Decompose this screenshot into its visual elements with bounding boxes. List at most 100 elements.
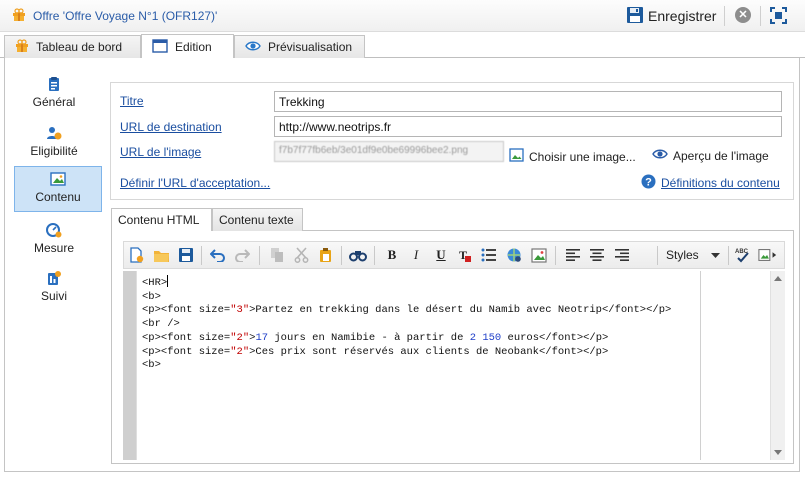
- titre-label[interactable]: Titre: [120, 94, 144, 108]
- users-icon: [46, 125, 62, 141]
- align-right-icon[interactable]: [612, 245, 632, 265]
- content-definitions-label: Définitions du contenu: [661, 176, 780, 190]
- image-icon: [509, 148, 524, 165]
- url-destination-input[interactable]: [274, 116, 782, 137]
- tab-edition[interactable]: Edition: [141, 34, 234, 59]
- tab-label: Prévisualisation: [268, 40, 353, 54]
- toolbar-divider: [201, 246, 202, 265]
- code-line: <p><font size="3">Partez en trekking dan…: [142, 304, 672, 317]
- tab-contenu-texte[interactable]: Contenu texte: [212, 208, 303, 231]
- html-code-content[interactable]: <HR> <b> <p><font size="3">Partez en tre…: [142, 275, 671, 373]
- tracking-icon: [46, 270, 62, 286]
- spellcheck-icon[interactable]: ABC: [733, 245, 753, 265]
- chevron-down-icon: [711, 248, 720, 262]
- eye-icon: [652, 148, 668, 163]
- editor-gutter: [123, 271, 136, 460]
- align-left-icon[interactable]: [563, 245, 583, 265]
- url-destination-label[interactable]: URL de destination: [120, 120, 222, 134]
- clipboard-icon: [46, 76, 62, 92]
- url-image-label[interactable]: URL de l'image: [120, 145, 201, 159]
- toolbar-divider: [555, 246, 556, 265]
- save-button[interactable]: Enregistrer: [626, 5, 716, 27]
- toolbar-divider: [341, 246, 342, 265]
- align-center-icon[interactable]: [587, 245, 607, 265]
- nav-label: Général: [32, 95, 76, 109]
- code-line: <p><font size="2">Ces prix sont réservés…: [142, 345, 609, 358]
- nav-label: Contenu: [35, 190, 81, 204]
- editor-print-margin: [700, 271, 701, 460]
- image-preview-button[interactable]: Aperçu de l'image: [652, 148, 769, 163]
- image-preview-label: Aperçu de l'image: [673, 148, 769, 163]
- window-title: Offre 'Offre Voyage N°1 (OFR127)': [33, 9, 218, 23]
- more-tools-icon[interactable]: [758, 245, 778, 265]
- save-icon[interactable]: [176, 245, 196, 265]
- scroll-down-arrow-icon[interactable]: [774, 450, 782, 455]
- editor-toolbar: B I U T Styles ABC: [123, 241, 785, 269]
- choose-image-button[interactable]: Choisir une image...: [509, 148, 636, 165]
- choose-image-label: Choisir une image...: [529, 149, 636, 164]
- titre-input[interactable]: [274, 91, 782, 112]
- code-line: <HR>: [142, 275, 169, 289]
- nav-label: Eligibilité: [30, 144, 78, 158]
- copy-icon[interactable]: [267, 245, 287, 265]
- font-color-icon[interactable]: T: [455, 245, 475, 265]
- accept-url-link[interactable]: Définir l'URL d'acceptation...: [120, 176, 270, 190]
- nav-item-mesure[interactable]: Mesure: [10, 218, 98, 264]
- tab-contenu-html[interactable]: Contenu HTML: [111, 208, 212, 232]
- image-icon: [50, 171, 66, 187]
- window-titlebar: Offre 'Offre Voyage N°1 (OFR127)' Enregi…: [0, 0, 805, 32]
- styles-dropdown[interactable]: Styles: [662, 244, 724, 266]
- gift-icon: [15, 38, 29, 56]
- content-definitions-link[interactable]: ? Définitions du contenu: [641, 174, 780, 192]
- nav-item-suivi[interactable]: Suivi: [10, 266, 98, 312]
- svg-text:?: ?: [645, 177, 652, 189]
- tab-tableau-de-bord[interactable]: Tableau de bord: [4, 35, 141, 58]
- toolbar-divider: [760, 6, 761, 26]
- nav-label: Mesure: [33, 241, 74, 255]
- nav-label: Suivi: [40, 289, 67, 303]
- nav-item-eligibilite[interactable]: Eligibilité: [10, 121, 98, 167]
- bold-button[interactable]: B: [382, 245, 402, 265]
- gauge-icon: [46, 222, 62, 238]
- bullet-list-icon[interactable]: [479, 245, 499, 265]
- code-line: <p><font size="2">17 jours en Namibie - …: [142, 331, 609, 344]
- save-button-label: Enregistrer: [648, 8, 717, 24]
- scroll-up-arrow-icon[interactable]: [774, 276, 782, 281]
- help-icon: ?: [641, 174, 656, 192]
- gift-icon: [12, 8, 26, 22]
- new-document-icon[interactable]: [126, 245, 146, 265]
- undo-icon[interactable]: [208, 245, 228, 265]
- eye-icon: [245, 40, 261, 55]
- url-image-input[interactable]: f7b7f77fb6eb/3e01df9e0be69996bee2.png: [274, 141, 504, 162]
- toolbar-divider: [728, 246, 729, 265]
- insert-link-icon[interactable]: [504, 245, 524, 265]
- cut-icon[interactable]: [291, 245, 311, 265]
- floppy-disk-icon: [626, 6, 644, 27]
- styles-dropdown-label: Styles: [666, 248, 699, 262]
- text-caret: [167, 275, 169, 287]
- paste-icon[interactable]: [315, 245, 335, 265]
- underline-button[interactable]: U: [431, 245, 451, 265]
- close-icon[interactable]: ✕: [735, 7, 751, 23]
- tab-label: Edition: [175, 40, 212, 54]
- insert-image-icon[interactable]: [529, 245, 549, 265]
- maximize-icon[interactable]: [770, 7, 787, 24]
- toolbar-divider: [657, 246, 658, 265]
- code-line: <br />: [142, 318, 180, 331]
- italic-button[interactable]: I: [406, 245, 426, 265]
- window-icon: [152, 38, 168, 56]
- toolbar-divider: [724, 6, 725, 26]
- nav-item-contenu[interactable]: Contenu: [14, 166, 102, 212]
- tab-label: Tableau de bord: [36, 40, 123, 54]
- main-tab-bar: Tableau de bord Edition Prévisualisation: [0, 33, 805, 59]
- code-line: <b>: [142, 290, 161, 303]
- toolbar-divider: [374, 246, 375, 265]
- toolbar-divider: [259, 246, 260, 265]
- editor-vertical-scrollbar[interactable]: [770, 271, 785, 460]
- redo-icon[interactable]: [232, 245, 252, 265]
- tab-previsualisation[interactable]: Prévisualisation: [234, 35, 365, 58]
- open-folder-icon[interactable]: [151, 245, 171, 265]
- find-binoculars-icon[interactable]: [348, 245, 368, 265]
- code-line: <b>: [142, 359, 161, 372]
- nav-item-general[interactable]: Général: [10, 72, 98, 118]
